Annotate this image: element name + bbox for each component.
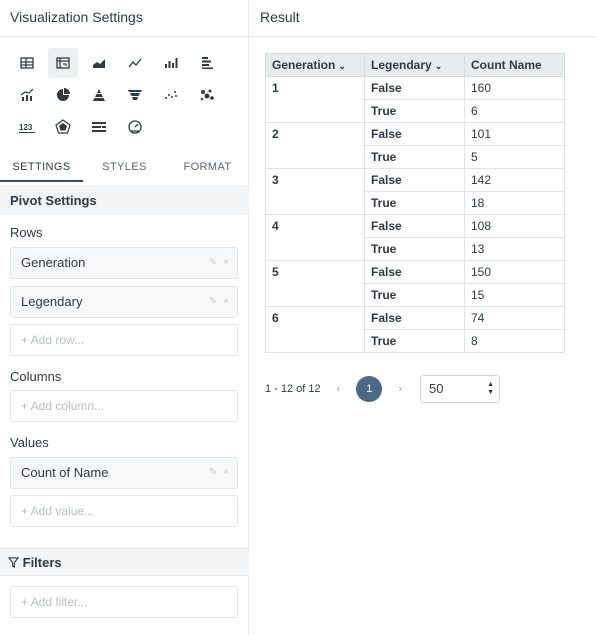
remove-icon[interactable]: × — [223, 458, 229, 488]
bullet-chart-icon[interactable] — [84, 112, 114, 142]
table-row: 3 False 142 — [265, 168, 565, 215]
generation-cell: 5 — [265, 260, 365, 307]
count-cell: 142 — [464, 168, 565, 192]
add-column-field[interactable]: + Add column... — [10, 390, 238, 422]
funnel-icon[interactable] — [120, 80, 150, 110]
pyramid-icon[interactable] — [84, 80, 114, 110]
count-cell: 6 — [464, 99, 565, 123]
pivot-result-table: Generation ⌄ Legendary ⌄ Count Name 1 False… — [265, 53, 565, 353]
row-field-generation[interactable]: Generation ✎ × — [10, 247, 238, 279]
value-field-count-of-name[interactable]: Count of Name ✎ × — [10, 457, 238, 489]
pagination: 1 - 12 of 12 ‹ 1 › 50 ▲ ▼ — [265, 375, 500, 403]
edit-icon[interactable]: ✎ — [209, 458, 217, 488]
chevron-down-icon: ⌄ — [338, 61, 346, 71]
values-label: Values — [10, 435, 49, 450]
legendary-cell: False — [364, 214, 465, 238]
count-cell: 18 — [464, 191, 565, 215]
edit-icon[interactable]: ✎ — [209, 248, 217, 278]
page-size-select[interactable]: 50 ▲ ▼ — [420, 375, 500, 403]
svg-text:123: 123 — [19, 123, 33, 132]
pivot-settings-header: Pivot Settings — [0, 186, 249, 214]
count-cell: 8 — [464, 329, 565, 353]
bar-chart-icon[interactable] — [156, 48, 186, 78]
next-page-icon[interactable]: › — [398, 383, 402, 395]
row-field-label: Generation — [21, 255, 86, 270]
legendary-cell: True — [364, 329, 465, 353]
page-size-value: 50 — [429, 381, 444, 396]
area-chart-icon[interactable] — [84, 48, 114, 78]
column-header-generation[interactable]: Generation ⌄ — [265, 53, 365, 77]
remove-icon[interactable]: × — [223, 287, 229, 317]
result-title: Result — [250, 0, 596, 37]
legendary-cell: False — [364, 122, 465, 146]
column-header-legendary[interactable]: Legendary ⌄ — [364, 53, 465, 77]
bubble-icon[interactable] — [192, 80, 222, 110]
table-row: 5 False 150 — [265, 260, 565, 307]
generation-cell: 4 — [265, 214, 365, 261]
table-row: 1 False 160 — [265, 76, 565, 123]
panel-title: Visualization Settings — [0, 0, 248, 37]
count-cell: 160 — [464, 76, 565, 100]
filters-header: Filters — [0, 548, 249, 576]
chevron-down-icon: ⌄ — [434, 61, 443, 71]
legendary-cell: True — [364, 237, 465, 261]
count-cell: 15 — [464, 283, 565, 307]
legendary-cell: True — [364, 99, 465, 123]
combo-chart-icon[interactable] — [12, 80, 42, 110]
count-cell: 150 — [464, 260, 565, 284]
horizontal-bar-chart-icon[interactable] — [192, 48, 222, 78]
tab-settings[interactable]: SETTINGS — [0, 152, 83, 182]
filter-icon — [7, 557, 20, 568]
legendary-cell: False — [364, 76, 465, 100]
number-icon[interactable]: 123 — [12, 112, 42, 142]
value-field-label: Count of Name — [21, 465, 109, 480]
radar-icon[interactable] — [48, 112, 78, 142]
add-filter-field[interactable]: + Add filter... — [10, 586, 238, 618]
filters-title: Filters — [22, 555, 62, 570]
legendary-cell: True — [364, 191, 465, 215]
row-field-label: Legendary — [21, 294, 83, 309]
tab-format[interactable]: FORMAT — [166, 152, 249, 182]
generation-cell: 6 — [265, 306, 365, 353]
columns-label: Columns — [10, 369, 62, 384]
row-field-legendary[interactable]: Legendary ✎ × — [10, 286, 238, 318]
legendary-cell: False — [364, 306, 465, 330]
rows-label: Rows — [10, 225, 43, 240]
legendary-cell: False — [364, 168, 465, 192]
legendary-cell: True — [364, 145, 465, 169]
count-cell: 101 — [464, 122, 565, 146]
count-cell: 13 — [464, 237, 565, 261]
table-row: 4 False 108 — [265, 214, 565, 261]
updown-arrows-icon: ▲ ▼ — [487, 381, 494, 396]
pivot-table-icon[interactable] — [48, 48, 78, 78]
generation-cell: 2 — [265, 122, 365, 169]
table-row: 2 False 101 — [265, 122, 565, 169]
visualization-settings-panel: Visualization Settings 123 SETTINGS STYL… — [0, 0, 249, 635]
count-cell: 74 — [464, 306, 565, 330]
table-row: 6 False 74 — [265, 306, 565, 353]
legendary-cell: False — [364, 260, 465, 284]
legendary-cell: True — [364, 283, 465, 307]
generation-cell: 3 — [265, 168, 365, 215]
settings-tabs: SETTINGS STYLES FORMAT — [0, 152, 249, 182]
table-icon[interactable] — [12, 48, 42, 78]
generation-cell: 1 — [265, 76, 365, 123]
pie-chart-icon[interactable] — [48, 80, 78, 110]
gauge-icon[interactable] — [120, 112, 150, 142]
line-chart-icon[interactable] — [120, 48, 150, 78]
edit-icon[interactable]: ✎ — [209, 287, 217, 317]
add-value-field[interactable]: + Add value... — [10, 495, 238, 527]
tab-styles[interactable]: STYLES — [83, 152, 166, 182]
prev-page-icon[interactable]: ‹ — [337, 383, 341, 395]
remove-icon[interactable]: × — [223, 248, 229, 278]
column-header-count-name[interactable]: Count Name — [464, 53, 565, 77]
count-cell: 5 — [464, 145, 565, 169]
count-cell: 108 — [464, 214, 565, 238]
scatter-icon[interactable] — [156, 80, 186, 110]
add-row-field[interactable]: + Add row... — [10, 324, 238, 356]
pagination-range: 1 - 12 of 12 — [265, 383, 321, 395]
page-button[interactable]: 1 — [356, 376, 383, 402]
